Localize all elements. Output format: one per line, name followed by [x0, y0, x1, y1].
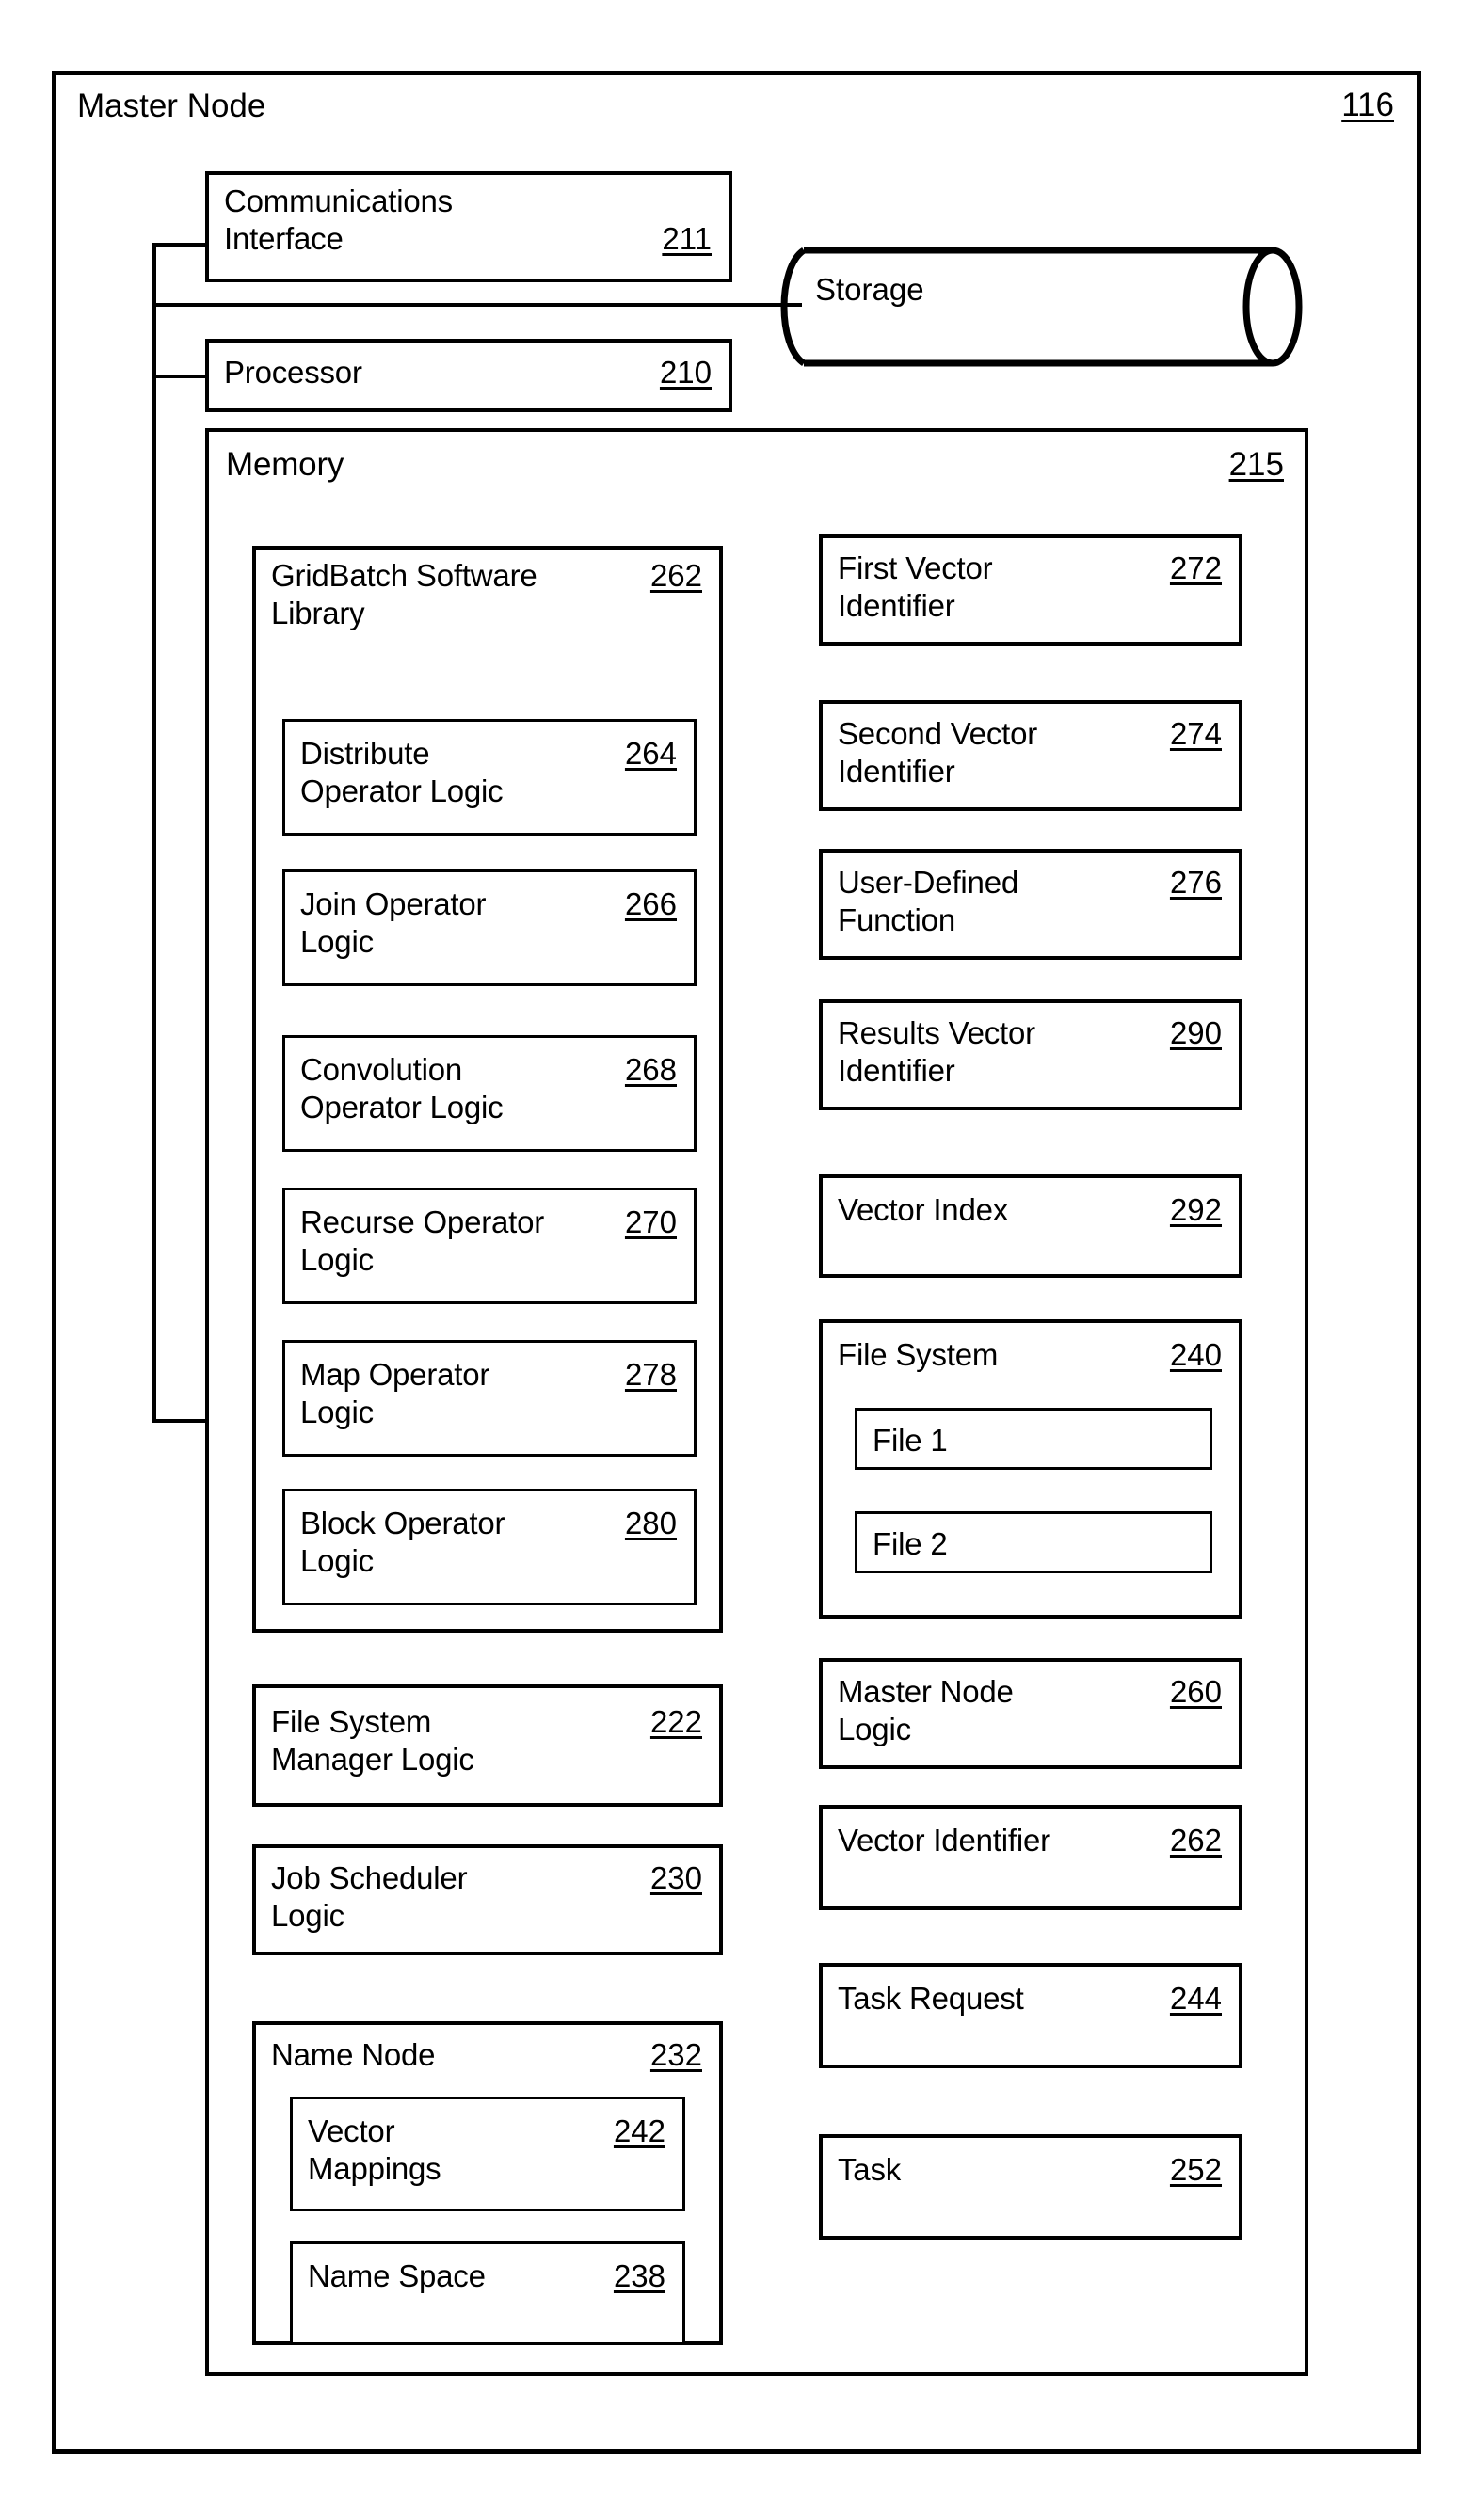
- map-operator-logic-ref: 278: [624, 1357, 677, 1392]
- bus-to-storage-line: [152, 303, 802, 307]
- recurse-operator-logic-box: Recurse Operator Logic 270: [282, 1188, 697, 1304]
- user-defined-function-label: User-Defined Function: [838, 865, 1019, 938]
- convolution-operator-logic-box: Convolution Operator Logic 268: [282, 1035, 697, 1152]
- master-node-title: Master Node: [77, 88, 266, 124]
- task-box: Task 252: [819, 2134, 1242, 2240]
- task-label: Task: [838, 2152, 902, 2187]
- vector-index-label: Vector Index: [838, 1192, 1009, 1227]
- map-operator-logic-label: Map Operator Logic: [300, 1357, 490, 1430]
- second-vector-identifier-box: Second Vector Identifier 274: [819, 700, 1242, 811]
- master-node-ref: 116: [1341, 87, 1394, 123]
- block-operator-logic-ref: 280: [624, 1506, 677, 1540]
- vector-mappings-box: Vector Mappings 242: [290, 2097, 685, 2211]
- name-space-box: Name Space 238: [290, 2241, 685, 2345]
- storage-label: Storage: [815, 272, 924, 307]
- results-vector-identifier-box: Results Vector Identifier 290: [819, 999, 1242, 1110]
- vector-index-box: Vector Index 292: [819, 1174, 1242, 1278]
- bus-vertical-line: [152, 243, 156, 1423]
- name-node-ref: 232: [649, 2037, 702, 2072]
- join-operator-logic-label: Join Operator Logic: [300, 886, 487, 960]
- master-node-logic-ref: 260: [1169, 1674, 1222, 1709]
- communications-interface-label: Communications Interface: [224, 183, 453, 257]
- job-scheduler-logic-box: Job Scheduler Logic 230: [252, 1844, 723, 1955]
- processor-box: Processor 210: [205, 339, 732, 412]
- second-vector-identifier-label: Second Vector Identifier: [838, 716, 1038, 789]
- name-space-ref: 238: [613, 2258, 665, 2293]
- master-node-logic-box: Master Node Logic 260: [819, 1658, 1242, 1769]
- job-scheduler-logic-label: Job Scheduler Logic: [271, 1860, 468, 1934]
- bus-stub-communications: [152, 243, 209, 247]
- bus-stub-memory: [152, 1419, 207, 1423]
- join-operator-logic-box: Join Operator Logic 266: [282, 869, 697, 986]
- convolution-operator-logic-label: Convolution Operator Logic: [300, 1052, 504, 1125]
- second-vector-identifier-ref: 274: [1169, 716, 1222, 751]
- communications-interface-ref: 211: [662, 221, 712, 256]
- task-request-ref: 244: [1169, 1981, 1222, 2016]
- join-operator-logic-ref: 266: [624, 886, 677, 921]
- vector-mappings-label: Vector Mappings: [308, 2113, 441, 2187]
- name-space-label: Name Space: [308, 2258, 486, 2293]
- vector-identifier-box: Vector Identifier 262: [819, 1805, 1242, 1910]
- task-request-label: Task Request: [838, 1981, 1024, 2016]
- storage-cylinder: Storage: [770, 247, 1306, 367]
- distribute-operator-logic-box: Distribute Operator Logic 264: [282, 719, 697, 836]
- bus-stub-processor: [152, 375, 209, 378]
- gridbatch-software-library-label: GridBatch Software Library: [271, 558, 537, 631]
- processor-ref: 210: [659, 355, 712, 390]
- vector-identifier-ref: 262: [1169, 1823, 1222, 1858]
- file-1-box: File 1: [855, 1408, 1212, 1470]
- task-ref: 252: [1169, 2152, 1222, 2187]
- block-operator-logic-box: Block Operator Logic 280: [282, 1489, 697, 1605]
- file-system-ref: 240: [1169, 1337, 1222, 1372]
- distribute-operator-logic-label: Distribute Operator Logic: [300, 736, 504, 809]
- first-vector-identifier-box: First Vector Identifier 272: [819, 534, 1242, 646]
- distribute-operator-logic-ref: 264: [624, 736, 677, 771]
- recurse-operator-logic-label: Recurse Operator Logic: [300, 1204, 545, 1278]
- gridbatch-software-library-ref: 262: [649, 558, 702, 593]
- map-operator-logic-box: Map Operator Logic 278: [282, 1340, 697, 1457]
- processor-label: Processor: [224, 355, 362, 390]
- file-system-manager-logic-label: File System Manager Logic: [271, 1704, 474, 1778]
- job-scheduler-logic-ref: 230: [649, 1860, 702, 1895]
- user-defined-function-box: User-Defined Function 276: [819, 849, 1242, 960]
- communications-interface-box: Communications Interface 211: [205, 171, 732, 282]
- first-vector-identifier-label: First Vector Identifier: [838, 550, 993, 624]
- results-vector-identifier-ref: 290: [1169, 1015, 1222, 1050]
- user-defined-function-ref: 276: [1169, 865, 1222, 900]
- results-vector-identifier-label: Results Vector Identifier: [838, 1015, 1035, 1089]
- file-1-label: File 1: [873, 1423, 948, 1458]
- memory-ref: 215: [1228, 446, 1284, 483]
- file-system-manager-logic-box: File System Manager Logic 222: [252, 1684, 723, 1807]
- name-node-label: Name Node: [271, 2037, 436, 2072]
- figure-canvas: Master Node 116 Storage Communications I…: [0, 0, 1474, 2520]
- file-2-box: File 2: [855, 1511, 1212, 1573]
- recurse-operator-logic-ref: 270: [624, 1204, 677, 1239]
- convolution-operator-logic-ref: 268: [624, 1052, 677, 1087]
- first-vector-identifier-ref: 272: [1169, 550, 1222, 585]
- master-node-logic-label: Master Node Logic: [838, 1674, 1014, 1747]
- file-system-label: File System: [838, 1337, 999, 1372]
- vector-index-ref: 292: [1169, 1192, 1222, 1227]
- file-2-label: File 2: [873, 1526, 948, 1561]
- task-request-box: Task Request 244: [819, 1963, 1242, 2068]
- memory-label: Memory: [226, 446, 344, 483]
- vector-mappings-ref: 242: [613, 2113, 665, 2148]
- vector-identifier-label: Vector Identifier: [838, 1823, 1050, 1858]
- file-system-manager-logic-ref: 222: [649, 1704, 702, 1739]
- block-operator-logic-label: Block Operator Logic: [300, 1506, 505, 1579]
